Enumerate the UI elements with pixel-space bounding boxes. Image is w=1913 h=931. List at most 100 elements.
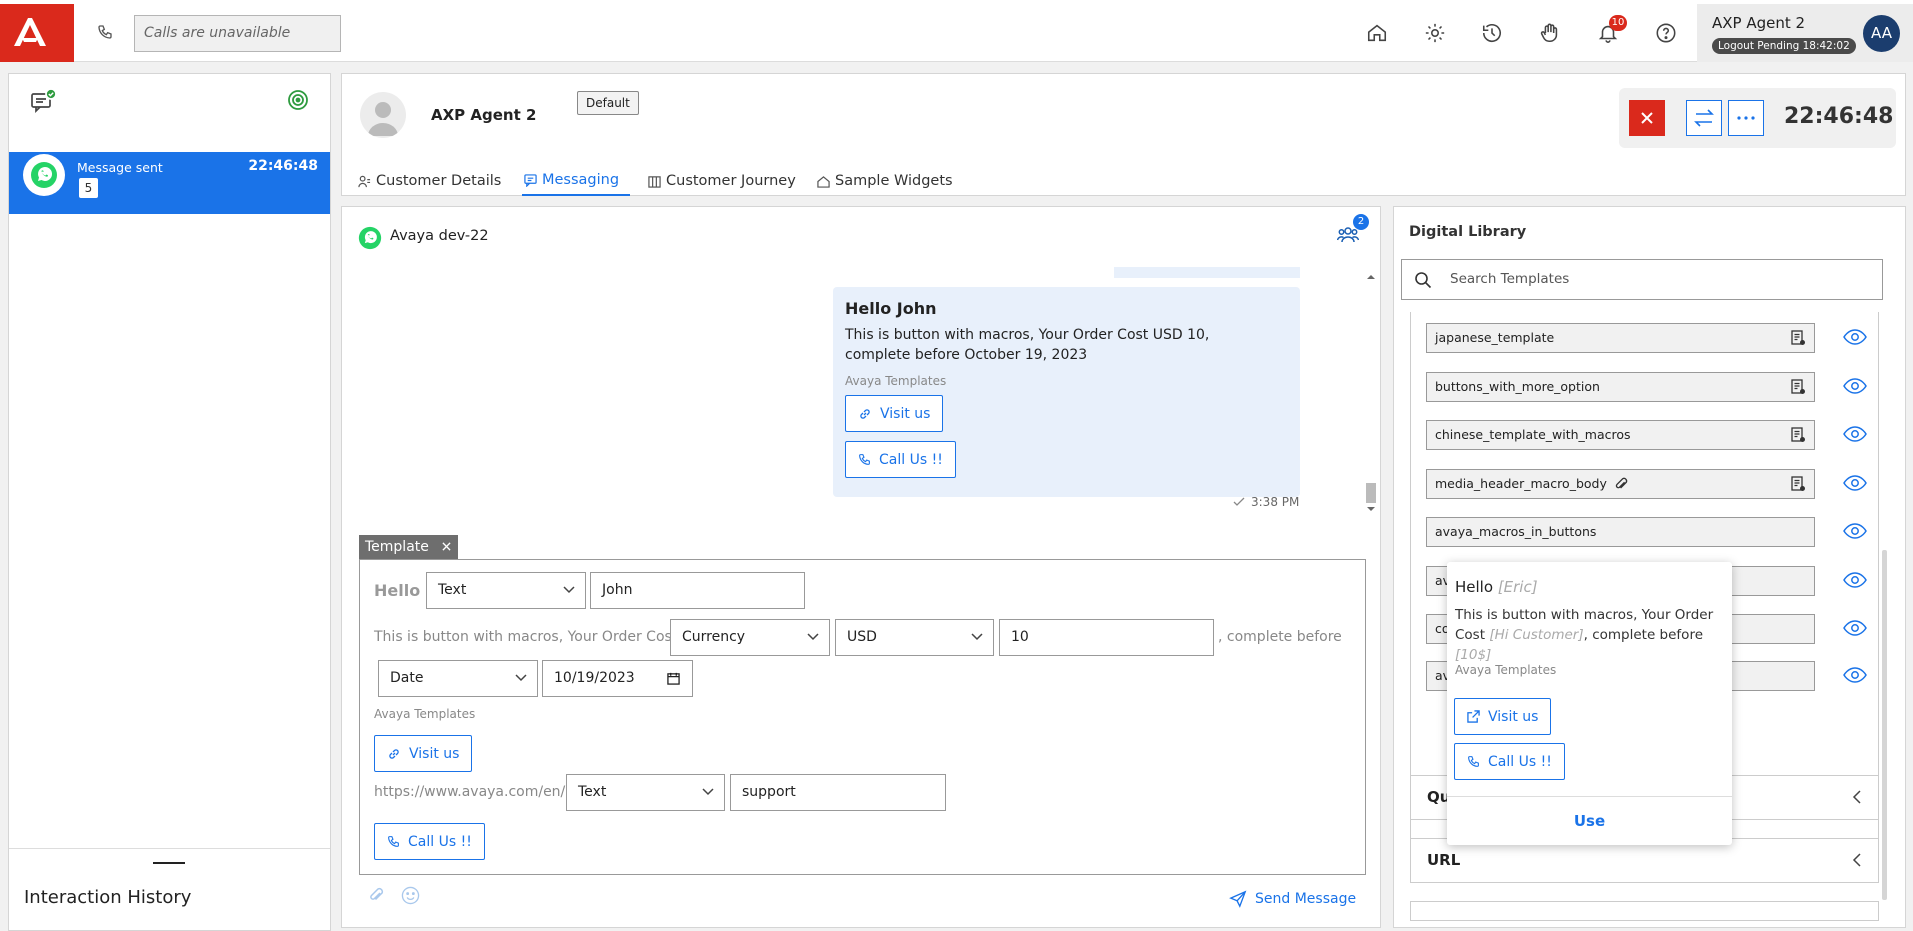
radar-icon[interactable] — [287, 89, 309, 111]
search-templates-input[interactable]: Search Templates — [1401, 259, 1883, 300]
visit-us-button[interactable]: Visit us — [374, 735, 473, 772]
template-item[interactable]: media_header_macro_body — [1426, 469, 1815, 499]
whatsapp-icon — [358, 226, 382, 250]
send-label: Send Message — [1255, 891, 1357, 907]
hand-icon[interactable] — [1539, 22, 1561, 44]
eye-icon[interactable] — [1843, 523, 1867, 539]
chat-status-icon[interactable] — [29, 88, 57, 114]
call-us-button[interactable]: Call Us !! — [374, 823, 485, 860]
macro-value-input[interactable]: John — [590, 572, 805, 609]
template-doc-icon[interactable] — [1790, 330, 1806, 346]
button-label: Visit us — [1488, 708, 1539, 725]
eye-icon[interactable] — [1843, 378, 1867, 394]
agent-status-box[interactable]: AXP Agent 2 Logout Pending 18:42:02 AA — [1697, 4, 1913, 62]
interaction-status: Message sent — [77, 160, 163, 175]
divider — [9, 848, 330, 849]
tab-messaging[interactable]: Messaging — [522, 166, 630, 196]
visit-us-button[interactable]: Visit us — [845, 395, 944, 432]
template-name: avaya_macros_in_buttons — [1435, 524, 1597, 539]
tab-customer-journey[interactable]: Customer Journey — [648, 166, 796, 196]
url-suffix-input[interactable]: support — [730, 774, 946, 811]
call-us-button[interactable]: Call Us !! — [1454, 743, 1565, 780]
check-icon — [1233, 497, 1245, 507]
currency-select[interactable]: USD — [835, 619, 994, 656]
hello-label: Hello — [374, 581, 421, 600]
template-doc-icon[interactable] — [1790, 476, 1806, 492]
eye-icon[interactable] — [1843, 426, 1867, 442]
macro-type-select[interactable]: Text — [426, 572, 586, 609]
chevron-down-icon — [563, 586, 575, 594]
body-prefix-text: This is button with macros, Your Order C… — [374, 629, 678, 645]
participants-badge: 2 — [1353, 214, 1369, 230]
select-value: Text — [438, 582, 467, 598]
eye-icon[interactable] — [1843, 572, 1867, 588]
chat-scrollbar[interactable] — [1363, 267, 1379, 515]
message-body: This is button with macros, Your Order C… — [845, 327, 1210, 363]
template-name: media_header_macro_body — [1435, 476, 1607, 491]
amount-input[interactable]: 10 — [999, 619, 1214, 656]
phone-icon[interactable] — [97, 24, 113, 40]
template-item[interactable]: avaya_macros_in_buttons — [1426, 517, 1815, 547]
messaging-panel: Avaya dev-22 2 Hello John This is button… — [341, 206, 1381, 928]
drag-handle[interactable] — [153, 862, 185, 864]
date-value: 10/19/2023 — [554, 670, 635, 686]
eye-icon[interactable] — [1843, 667, 1867, 683]
preview-title-text: Hello — [1455, 578, 1494, 596]
channel-name: Avaya dev-22 — [390, 228, 489, 244]
template-doc-icon[interactable] — [1790, 427, 1806, 443]
link-icon — [387, 747, 401, 761]
eye-icon[interactable] — [1843, 475, 1867, 491]
template-item[interactable]: buttons_with_more_option — [1426, 372, 1815, 402]
emoji-icon[interactable] — [401, 886, 420, 905]
macro-type-select[interactable]: Text — [566, 774, 725, 811]
end-interaction-button[interactable] — [1629, 100, 1665, 136]
message-source: Avaya Templates — [845, 374, 947, 388]
template-item[interactable]: chinese_template_with_macros — [1426, 420, 1815, 450]
message-time: 3:38 PM — [1251, 495, 1300, 509]
interaction-card[interactable]: Message sent 5 22:46:48 — [9, 152, 330, 214]
chevron-left-icon — [1852, 853, 1862, 867]
chevron-down-icon — [971, 633, 983, 641]
divider — [1447, 796, 1732, 797]
logout-pending-badge: Logout Pending 18:42:02 — [1712, 38, 1856, 54]
digital-library-title: Digital Library — [1409, 224, 1527, 240]
contact-avatar — [360, 92, 406, 138]
template-tag: Template — [359, 535, 458, 559]
settings-icon[interactable] — [1424, 22, 1446, 44]
template-doc-icon[interactable] — [1790, 379, 1806, 395]
call-us-button[interactable]: Call Us !! — [845, 441, 956, 478]
template-name: buttons_with_more_option — [1435, 379, 1600, 394]
template-item[interactable]: japanese_template — [1426, 323, 1815, 353]
library-scrollbar[interactable] — [1882, 550, 1887, 900]
eye-icon[interactable] — [1843, 329, 1867, 345]
interaction-history-title[interactable]: Interaction History — [24, 887, 191, 908]
home-icon — [817, 175, 830, 188]
agent-avatar[interactable]: AA — [1863, 15, 1900, 52]
help-icon[interactable] — [1655, 22, 1677, 44]
select-value: USD — [847, 629, 877, 645]
send-message-button[interactable]: Send Message — [1229, 890, 1356, 908]
close-icon[interactable] — [442, 542, 451, 551]
preview-body: This is button with macros, Your Order C… — [1455, 605, 1729, 665]
history-icon[interactable] — [1481, 22, 1503, 44]
macro-type-select[interactable]: Currency — [670, 619, 830, 656]
macro-type-select[interactable]: Date — [378, 660, 538, 697]
button-label: Call Us !! — [879, 451, 943, 468]
tab-customer-details[interactable]: Customer Details — [358, 166, 501, 196]
eye-icon[interactable] — [1843, 620, 1867, 636]
calendar-icon[interactable] — [667, 672, 680, 685]
tab-label: Customer Journey — [666, 173, 796, 189]
attachment-icon[interactable] — [367, 886, 385, 904]
interaction-timer: 22:46:48 — [1784, 104, 1894, 129]
date-input[interactable]: 10/19/2023 — [542, 660, 693, 697]
tab-sample-widgets[interactable]: Sample Widgets — [817, 166, 953, 196]
accordion-more[interactable] — [1410, 901, 1879, 921]
more-options-button[interactable] — [1728, 100, 1764, 136]
button-label: Call Us !! — [1488, 753, 1552, 770]
home-icon[interactable] — [1366, 22, 1388, 44]
use-template-button[interactable]: Use — [1447, 812, 1732, 830]
top-bar: Calls are unavailable 10 AXP Agent 2 Log… — [0, 0, 1913, 62]
tab-label: Messaging — [542, 172, 620, 188]
visit-us-button[interactable]: Visit us — [1454, 698, 1552, 735]
transfer-button[interactable] — [1686, 100, 1722, 136]
